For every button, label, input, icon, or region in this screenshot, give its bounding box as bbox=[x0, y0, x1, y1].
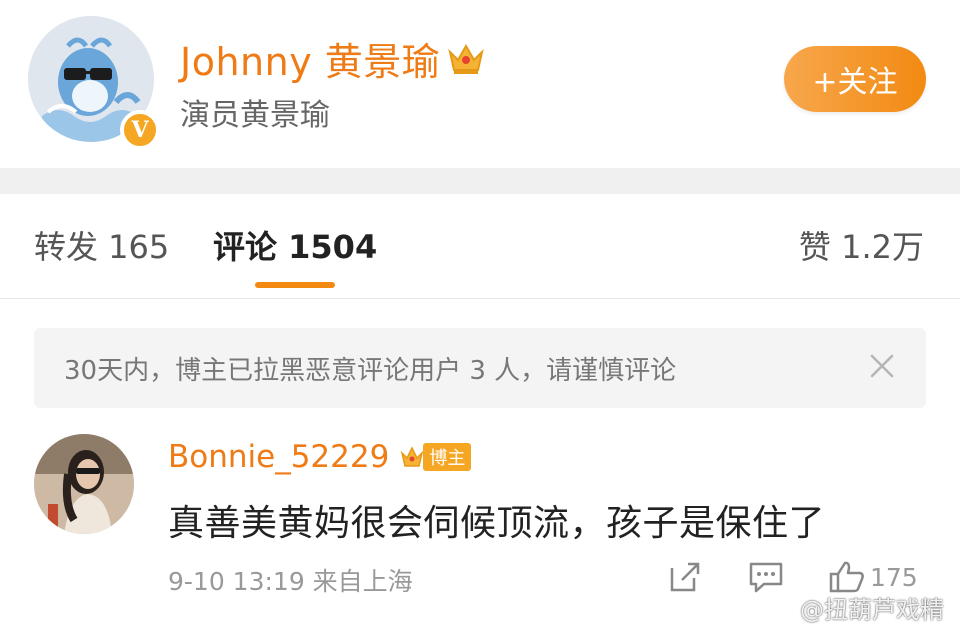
commenter-username[interactable]: Bonnie_52229 bbox=[168, 439, 389, 475]
profile-name[interactable]: Johnny 黄景瑜 bbox=[180, 31, 440, 86]
commenter-avatar[interactable] bbox=[34, 434, 134, 534]
profile-avatar[interactable]: V bbox=[28, 16, 160, 150]
user-photo-icon bbox=[34, 434, 134, 534]
commenter-row: Bonnie_52229 博主 bbox=[168, 434, 472, 480]
like-count: 175 bbox=[870, 562, 918, 592]
profile-header: V Johnny 黄景瑜 演员黄景瑜 +关注 bbox=[0, 0, 960, 166]
like-button[interactable]: 175 bbox=[828, 560, 918, 594]
tab-likes[interactable]: 赞 1.2万 bbox=[799, 222, 924, 268]
share-button[interactable] bbox=[668, 560, 704, 594]
notice-text: 30天内，博主已拉黑恶意评论用户 3 人，请谨慎评论 bbox=[64, 356, 677, 386]
close-icon[interactable] bbox=[866, 350, 898, 382]
verified-badge: V bbox=[120, 110, 160, 150]
share-icon bbox=[670, 562, 700, 592]
tab-reposts[interactable]: 转发 165 bbox=[34, 222, 169, 268]
comment-meta: 9-10 13:19 来自上海 bbox=[168, 567, 413, 596]
reply-button[interactable] bbox=[748, 560, 784, 594]
author-badge: 博主 bbox=[399, 443, 472, 471]
comment-text: 真善美黄妈很会伺候顶流，孩子是保住了 bbox=[168, 503, 826, 544]
blocked-users-notice: 30天内，博主已拉黑恶意评论用户 3 人，请谨慎评论 bbox=[34, 328, 926, 408]
tab-comments[interactable]: 评论 1504 bbox=[213, 222, 377, 268]
badge-crown-icon bbox=[401, 446, 424, 467]
profile-subtitle: 演员黄景瑜 bbox=[180, 98, 330, 133]
profile-name-row: Johnny 黄景瑜 bbox=[180, 30, 486, 86]
crown-icon bbox=[448, 43, 485, 74]
tab-bar: 转发 165 评论 1504 赞 1.2万 bbox=[0, 194, 960, 299]
author-badge-label: 博主 bbox=[423, 443, 472, 471]
comment-icon bbox=[749, 562, 783, 593]
active-tab-indicator bbox=[255, 282, 335, 288]
section-divider bbox=[0, 168, 960, 194]
watermark: @扭葫芦戏精 bbox=[800, 596, 944, 624]
thumbs-up-icon bbox=[829, 561, 864, 593]
follow-button[interactable]: +关注 bbox=[784, 46, 926, 112]
